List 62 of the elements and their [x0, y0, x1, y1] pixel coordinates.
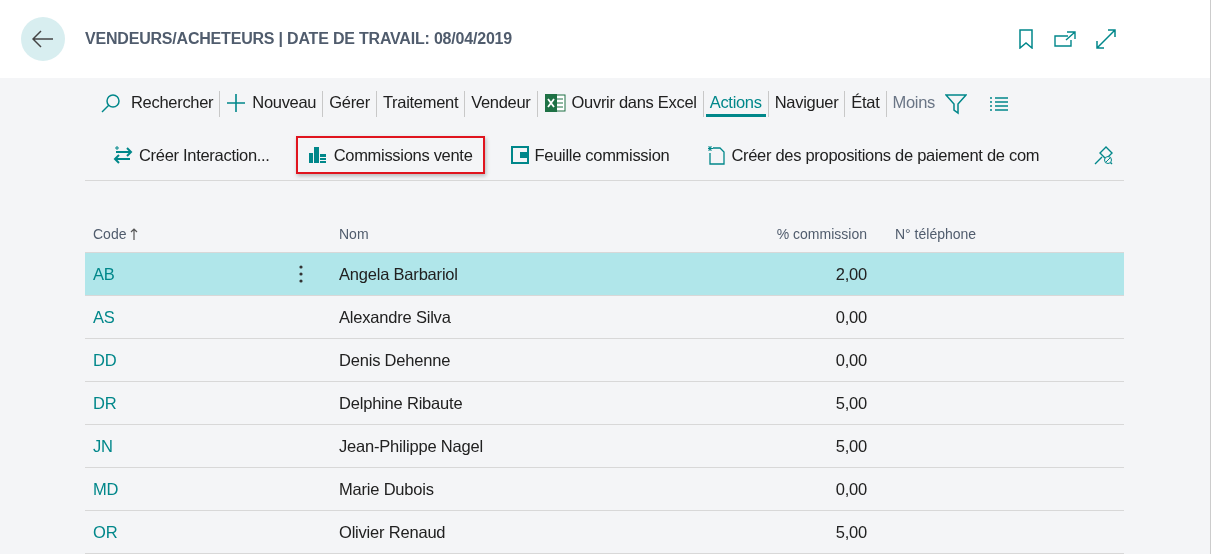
menu-tab[interactable]: Naviguer: [770, 91, 843, 117]
action-button[interactable]: Créer des propositions de paiement de com: [695, 136, 1052, 174]
table-cell: Angela Barbariol: [339, 264, 458, 283]
code-link[interactable]: JN: [93, 436, 113, 456]
table-row[interactable]: DR Delphine Ribaute 5,00: [85, 382, 1124, 425]
code-link[interactable]: DD: [93, 350, 117, 370]
excel-button[interactable]: Ouvrir dans Excel: [539, 90, 701, 118]
table-cell: 5,00: [835, 393, 867, 412]
table-cell: 5,00: [835, 522, 867, 541]
table-cell: 0,00: [835, 307, 867, 326]
list-view-icon[interactable]: [989, 96, 1009, 112]
menu-tab[interactable]: Actions: [705, 91, 766, 117]
back-arrow-icon: [32, 30, 54, 48]
menu-tab[interactable]: Gérer: [325, 91, 374, 117]
table-cell: 0,00: [835, 479, 867, 498]
open-in-new-window-icon[interactable]: [1054, 31, 1076, 47]
action-button[interactable]: Créer Interaction...: [101, 136, 282, 174]
wallet-icon: [510, 145, 529, 165]
table-cell: Denis Dehenne: [339, 350, 451, 369]
table-cell: Olivier Renaud: [339, 522, 446, 541]
search-button[interactable]: Rechercher: [97, 90, 218, 118]
menu-tab[interactable]: Moins: [888, 91, 939, 117]
action-button[interactable]: Feuille commission: [498, 136, 682, 174]
table-cell: 2,00: [835, 264, 867, 283]
filter-icon[interactable]: [945, 93, 967, 115]
table-cell: Jean-Philippe Nagel: [339, 436, 483, 455]
exchange-arrows-icon: [113, 145, 133, 165]
table-row[interactable]: MD Marie Dubois 0,00: [85, 468, 1124, 511]
code-link[interactable]: DR: [93, 393, 117, 413]
new-document-icon: [707, 145, 726, 165]
action-button[interactable]: Commissions vente: [295, 136, 485, 174]
table-row[interactable]: AS Alexandre Silva 0,00: [85, 296, 1124, 339]
unpin-icon[interactable]: [1094, 145, 1114, 165]
table-row[interactable]: AB Angela Barbariol 2,00: [85, 253, 1124, 296]
spreadsheet-icon: [543, 92, 566, 113]
table-row[interactable]: JN Jean-Philippe Nagel 5,00: [85, 425, 1124, 468]
search-icon: [101, 92, 121, 113]
table-cell: 0,00: [835, 350, 867, 369]
more-options-icon[interactable]: [299, 265, 303, 283]
code-link[interactable]: MD: [93, 479, 119, 499]
back-button[interactable]: [21, 17, 65, 61]
table-cell: Delphine Ribaute: [339, 393, 463, 412]
column-header[interactable]: N° téléphone: [895, 225, 977, 242]
table-row[interactable]: DD Denis Dehenne 0,00: [85, 339, 1124, 382]
menu-tab[interactable]: Vendeur: [467, 91, 535, 117]
table-cell: 5,00: [835, 436, 867, 455]
menu-tab[interactable]: Traitement: [378, 91, 463, 117]
table-cell: Marie Dubois: [339, 479, 434, 498]
table-row[interactable]: OR Olivier Renaud 5,00: [85, 511, 1124, 554]
column-header[interactable]: % commission: [776, 225, 867, 242]
table-cell: Alexandre Silva: [339, 307, 451, 326]
expand-icon[interactable]: [1096, 29, 1116, 49]
column-header[interactable]: Code: [93, 225, 127, 242]
code-link[interactable]: OR: [93, 522, 118, 542]
bookmark-icon[interactable]: [1018, 29, 1034, 49]
plus-icon: [226, 92, 247, 113]
column-header[interactable]: Nom: [339, 225, 369, 242]
new-button[interactable]: Nouveau: [222, 90, 321, 118]
page-title: VENDEURS/ACHETEURS | DATE DE TRAVAIL: 08/04/2019: [85, 30, 512, 48]
sort-up-icon: [130, 227, 139, 240]
code-link[interactable]: AS: [93, 307, 115, 327]
menu-tab[interactable]: État: [847, 91, 884, 117]
